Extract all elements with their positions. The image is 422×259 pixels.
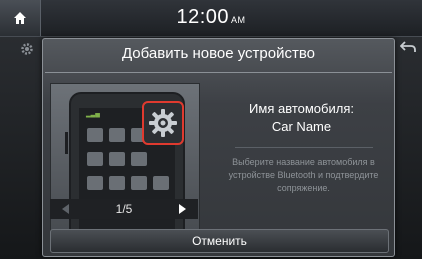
settings-highlight [142, 101, 184, 145]
car-name-value: Car Name [271, 119, 332, 134]
clock-time: 12:00 [176, 6, 230, 28]
image-pager: 1/5 [50, 199, 198, 219]
app-tile [109, 128, 125, 142]
page-indicator: 1/5 [115, 202, 133, 216]
app-tile [153, 176, 169, 190]
app-tile [87, 176, 103, 190]
screen: 12:00 AM Добавить новое устройство ▂▃▅ 1… [0, 0, 422, 259]
signal-icon: ▂▃▅ [86, 112, 100, 118]
divider [235, 147, 373, 148]
status-bar: 12:00 AM [0, 0, 422, 37]
instruction-text: Выберите название автомобиля в устройств… [228, 157, 379, 193]
app-tile [131, 176, 147, 190]
phone-button [65, 132, 68, 154]
app-tile [131, 152, 147, 166]
gear-icon[interactable] [20, 42, 34, 56]
settings-gear-icon [149, 109, 177, 137]
app-tile [87, 152, 103, 166]
clock-ampm: AM [231, 15, 246, 25]
popup-title: Добавить новое устройство [121, 45, 315, 62]
car-name-label: Имя автомобиля: [249, 101, 354, 116]
back-arrow-icon[interactable] [400, 40, 416, 54]
app-tile [109, 152, 125, 166]
cancel-button[interactable]: Отменить [50, 229, 389, 253]
next-arrow-icon[interactable] [178, 204, 186, 214]
clock: 12:00 AM [0, 6, 422, 29]
app-tile [87, 128, 103, 142]
app-tile [109, 176, 125, 190]
divider [45, 72, 392, 73]
add-device-popup: Добавить новое устройство ▂▃▅ 1/5 Имя ав… [42, 38, 395, 257]
